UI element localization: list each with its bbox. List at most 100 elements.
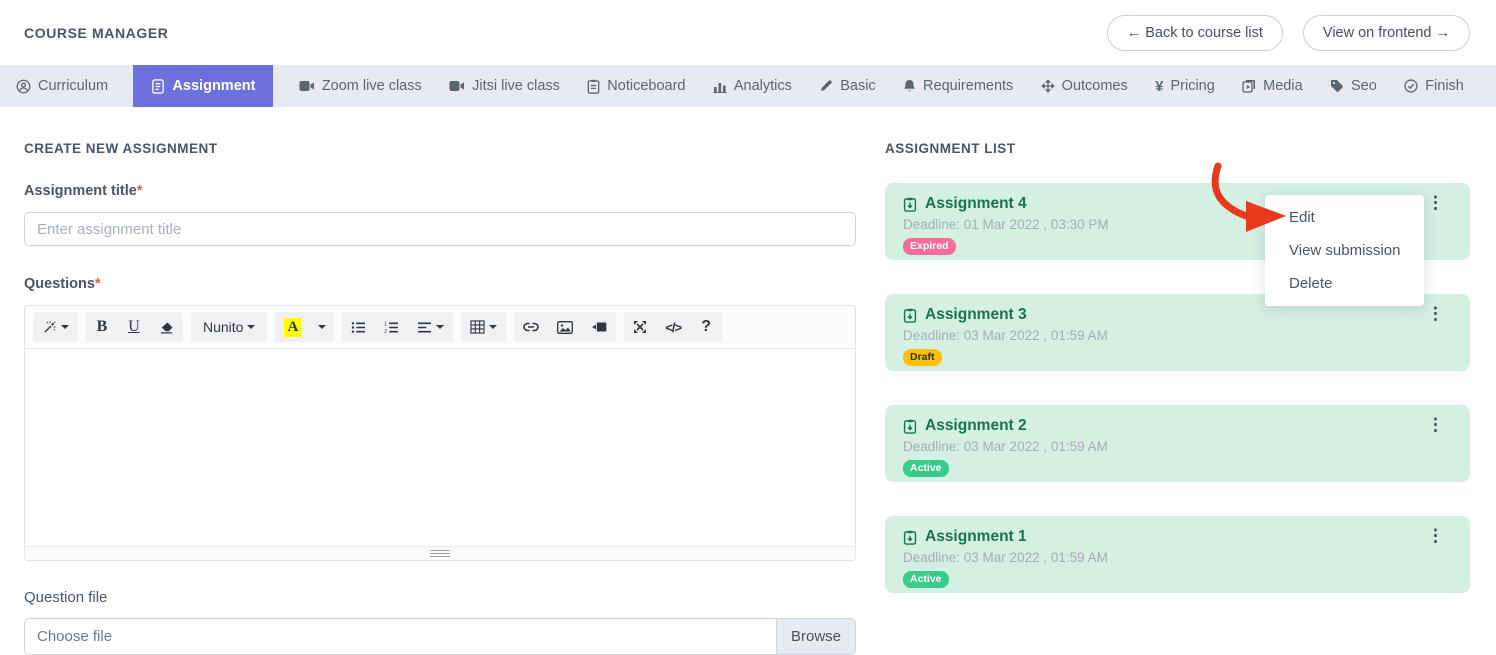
svg-text:2: 2 [384,329,387,334]
clear-formatting-button[interactable] [150,312,183,342]
journal-arrow-down-icon [903,530,917,545]
menu-item-view-submission[interactable]: View submission [1265,234,1424,267]
questions-rich-text-editor: B U Nunito A [24,305,856,561]
tab-seo[interactable]: Seo [1328,65,1379,107]
menu-item-delete[interactable]: Delete [1265,267,1424,300]
assignment-deadline: Deadline: 03 Mar 2022 , 01:59 AM [903,439,1452,454]
insert-video-button[interactable] [582,312,616,342]
editor-content-area[interactable] [25,349,855,546]
assignment-title-label: Assignment title* [24,183,856,199]
table-dropdown[interactable] [461,312,506,342]
header-actions: ← Back to course list View on frontend → [1107,15,1470,51]
assignment-context-menu: Edit View submission Delete [1265,195,1424,306]
create-assignment-heading: CREATE NEW ASSIGNMENT [24,141,856,156]
tab-pricing[interactable]: ¥ Pricing [1153,65,1217,107]
video-camera-icon [299,80,315,92]
tab-assignment[interactable]: Assignment [133,65,273,107]
ordered-list-icon: 12 [384,321,399,334]
kebab-menu-icon[interactable]: ⋮ [1427,527,1444,544]
tab-zoom-live-class[interactable]: Zoom live class [297,65,424,107]
style-magic-button[interactable] [33,312,78,342]
status-badge: Draft [903,349,942,366]
font-color-icon: A [284,318,301,337]
main-content: CREATE NEW ASSIGNMENT Assignment title* … [0,107,1496,655]
journal-arrow-down-icon [903,308,917,323]
assignment-card: Assignment 1 Deadline: 03 Mar 2022 , 01:… [885,516,1470,593]
required-asterisk: * [137,183,143,199]
insert-image-button[interactable] [548,312,582,342]
create-assignment-panel: CREATE NEW ASSIGNMENT Assignment title* … [24,141,856,655]
assignment-title-input[interactable] [24,212,856,246]
font-name-label: Nunito [203,319,243,335]
paragraph-align-dropdown[interactable] [408,312,453,342]
tab-media[interactable]: Media [1240,65,1305,107]
tab-label: Seo [1351,78,1377,94]
code-view-button[interactable]: </> [656,312,690,342]
tab-label: Finish [1425,78,1464,94]
move-icon [1041,79,1055,93]
editor-resize-handle[interactable] [430,550,450,557]
browse-button[interactable]: Browse [776,619,855,654]
chevron-down-icon [61,325,69,329]
tab-jitsi-live-class[interactable]: Jitsi live class [447,65,562,107]
kebab-menu-icon[interactable]: ⋮ [1427,305,1444,322]
questions-label: Questions* [24,276,856,292]
kebab-menu-icon[interactable]: ⋮ [1427,194,1444,211]
tab-label: Zoom live class [322,78,422,94]
view-on-frontend-button[interactable]: View on frontend → [1303,15,1470,51]
tab-requirements[interactable]: Requirements [901,65,1015,107]
tab-label: Jitsi live class [472,78,560,94]
tag-icon [1330,79,1344,93]
tab-label: Curriculum [38,78,108,94]
magic-wand-icon [42,320,57,335]
help-button[interactable]: ? [690,312,722,342]
svg-text:1: 1 [384,321,387,327]
page-header: COURSE MANAGER ← Back to course list Vie… [0,0,1496,65]
back-to-course-list-button[interactable]: ← Back to course list [1107,15,1283,51]
tab-label: Assignment [172,78,255,94]
tab-label: Analytics [734,78,792,94]
question-file-input[interactable]: Choose file Browse [24,618,856,655]
underline-button[interactable]: U [118,312,150,342]
tab-label: Requirements [923,78,1013,94]
fullscreen-button[interactable] [624,312,656,342]
tab-label: Outcomes [1062,78,1128,94]
tab-analytics[interactable]: Analytics [711,65,794,107]
assignment-card-title: Assignment 1 [903,528,1452,546]
font-family-dropdown[interactable]: Nunito [191,312,267,342]
course-tabbar: Curriculum Assignment Zoom live class Ji… [0,65,1496,107]
link-icon [523,322,539,332]
fullscreen-icon [633,320,647,334]
question-file-label: Question file [24,589,856,606]
yen-icon: ¥ [1155,78,1163,95]
font-color-button[interactable]: A [275,312,310,342]
code-icon: </> [665,320,681,335]
tab-noticeboard[interactable]: Noticeboard [585,65,687,107]
status-badge: Active [903,571,949,588]
insert-link-button[interactable] [514,312,548,342]
assignment-card-title: Assignment 2 [903,417,1452,435]
menu-item-edit[interactable]: Edit [1265,201,1424,234]
assignment-card: Assignment 2 Deadline: 03 Mar 2022 , 01:… [885,405,1470,482]
required-asterisk: * [95,276,101,292]
kebab-menu-icon[interactable]: ⋮ [1427,416,1444,433]
video-icon [591,321,607,333]
tab-curriculum[interactable]: Curriculum [14,65,110,107]
tab-finish[interactable]: Finish [1402,65,1466,107]
chevron-down-icon [436,325,444,329]
pencil-icon [819,79,833,93]
tab-outcomes[interactable]: Outcomes [1039,65,1130,107]
tab-label: Basic [840,78,875,94]
chevron-down-icon [489,325,497,329]
bold-button[interactable]: B [86,312,118,342]
assignment-card-title: Assignment 3 [903,306,1452,324]
font-color-dropdown[interactable] [310,312,334,342]
image-icon [557,321,573,334]
editor-toolbar: B U Nunito A [25,306,855,349]
video-camera-icon [449,80,465,92]
unordered-list-button[interactable] [342,312,375,342]
tab-label: Pricing [1170,78,1214,94]
align-left-icon [417,321,432,334]
ordered-list-button[interactable]: 12 [375,312,408,342]
tab-basic[interactable]: Basic [817,65,877,107]
